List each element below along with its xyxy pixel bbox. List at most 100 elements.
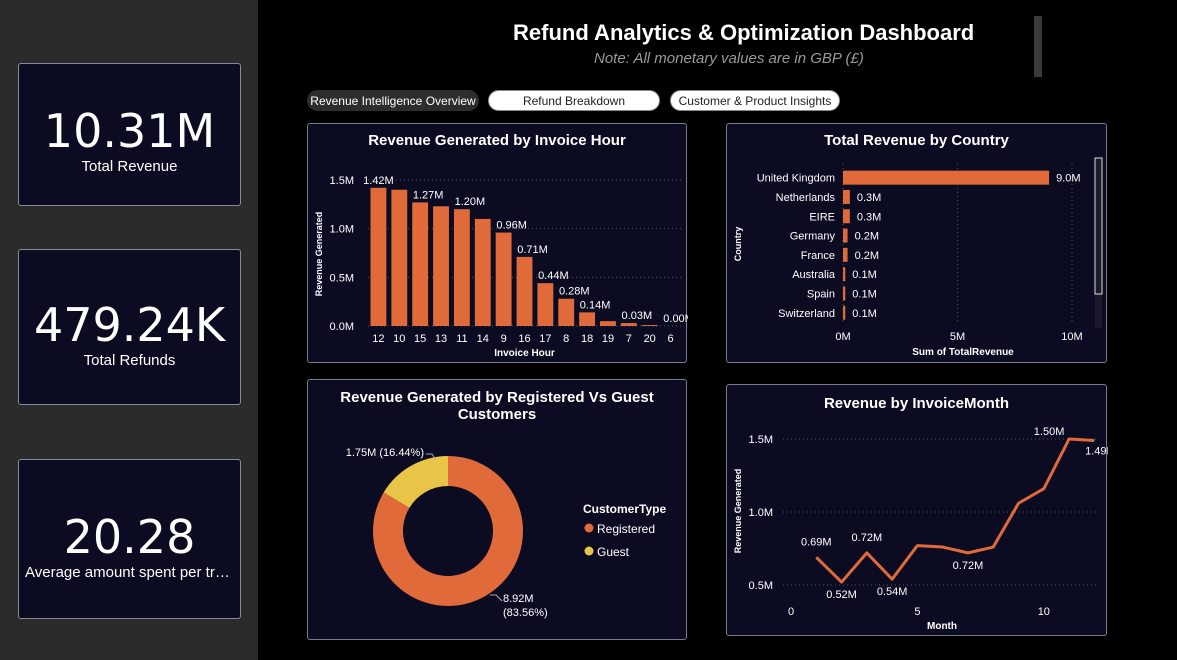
- y-tick-label: 1.0M: [749, 507, 773, 519]
- data-label: 0.3M: [857, 211, 881, 223]
- data-label: 0.3M: [857, 192, 881, 204]
- bar: [843, 170, 1050, 185]
- data-label: 0.72M: [852, 532, 883, 544]
- kpi-value: 10.31M: [43, 104, 216, 158]
- y-tick-label: 1.5M: [330, 175, 354, 187]
- bar: [843, 247, 848, 262]
- data-label: 0.54M: [877, 586, 908, 598]
- y-tick-label: 1.0M: [330, 224, 354, 236]
- data-label: 0.1M: [852, 288, 876, 300]
- panel-revenue-by-country: Total Revenue by Country 0M 5M 10M United K…: [726, 123, 1107, 363]
- x-tick-label: 5M: [950, 331, 965, 343]
- y-tick-label: 0.5M: [749, 580, 773, 592]
- kpi-value: 20.28: [63, 510, 196, 564]
- leader-line: [490, 594, 503, 602]
- month-line-chart: 0.5M 1.0M 1.5M 0 5 10 0.69M 0.52M 0.72M 0.54M 0.72…: [733, 426, 1108, 632]
- bar: [843, 189, 850, 204]
- slice-label: 1.75M (16.44%): [346, 447, 424, 459]
- category-label: France: [801, 250, 835, 262]
- bar: [843, 209, 850, 224]
- panel-registered-vs-guest: Revenue Generated by Registered Vs Guest…: [307, 379, 687, 640]
- y-axis-label: Revenue Generated: [314, 212, 324, 297]
- bar: [558, 298, 575, 326]
- y-axis-label: Country: [733, 227, 743, 262]
- x-tick-label: 11: [456, 333, 467, 345]
- bar: [843, 305, 846, 320]
- slice-label: 8.92M: [503, 593, 534, 605]
- legend-label: Guest: [597, 545, 630, 559]
- data-label: 0.71M: [517, 244, 548, 256]
- y-tick-label: 0.0M: [330, 321, 354, 333]
- x-axis-label: Invoice Hour: [494, 348, 555, 359]
- category-label: Netherlands: [776, 192, 836, 204]
- x-tick-label: 12: [372, 333, 384, 345]
- data-label: 0.52M: [826, 589, 857, 601]
- scrollbar-track: [1095, 158, 1102, 328]
- x-tick-label: 0M: [835, 331, 850, 343]
- data-label: 0.69M: [801, 536, 832, 548]
- panel-revenue-by-hour: Revenue Generated by Invoice Hour 0.0M 0.…: [307, 123, 688, 363]
- bar: [370, 187, 387, 326]
- y-tick-label: 1.5M: [749, 434, 773, 446]
- data-label: 1.49M: [1085, 445, 1108, 457]
- category-label: Australia: [792, 269, 836, 281]
- bar: [453, 209, 470, 326]
- tab-refund-breakdown[interactable]: Refund Breakdown: [488, 90, 660, 111]
- x-tick-label: 18: [581, 333, 593, 345]
- x-tick-label: 19: [602, 333, 614, 345]
- panel-revenue-by-month: Revenue by InvoiceMonth 0.5M 1.0M 1.5M 0 5 10…: [726, 384, 1108, 636]
- kpi-card-total-refunds: 479.24K Total Refunds: [18, 249, 241, 405]
- kpi-value: 479.24K: [33, 298, 226, 352]
- x-tick-label: 15: [414, 333, 426, 345]
- data-label: 1.50M: [1034, 426, 1065, 438]
- y-tick-label: 0.5M: [330, 272, 354, 284]
- customer-donut-chart: 8.92M (83.56%) 1.75M (16.44%) CustomerType R…: [346, 447, 667, 619]
- bar: [843, 267, 846, 282]
- category-label: EIRE: [809, 211, 835, 223]
- header-divider: [1034, 16, 1042, 77]
- data-label: 0.1M: [852, 308, 876, 320]
- kpi-label: Total Refunds: [83, 352, 176, 369]
- x-tick-label: 17: [539, 333, 551, 345]
- legend-title: CustomerType: [583, 502, 666, 516]
- legend-label: Registered: [597, 522, 655, 536]
- legend-marker: [584, 523, 594, 533]
- bar: [433, 206, 449, 326]
- x-tick-label: 0: [788, 606, 794, 618]
- data-label: 0.28M: [559, 286, 590, 298]
- x-tick-label: 10M: [1061, 331, 1082, 343]
- data-label: 0.00M: [663, 313, 688, 325]
- x-axis-label: Month: [927, 621, 957, 632]
- tab-customer-product-insights[interactable]: Customer & Product Insights: [670, 90, 840, 111]
- bar: [474, 218, 491, 326]
- country-bar-chart: 0M 5M 10M United Kingdom 9.0M Netherlands 0.3M…: [733, 157, 1103, 358]
- legend-marker: [584, 546, 594, 556]
- x-tick-label: 10: [393, 333, 405, 345]
- kpi-label: Total Revenue: [81, 158, 178, 175]
- data-label: 0.03M: [622, 310, 653, 322]
- category-label: Switzerland: [778, 308, 835, 320]
- page-title: Refund Analytics & Optimization Dashboar…: [513, 20, 975, 45]
- x-tick-label: 13: [435, 333, 447, 345]
- x-axis-label: Sum of TotalRevenue: [912, 347, 1014, 358]
- x-tick-label: 16: [518, 333, 530, 345]
- page-subtitle: Note: All monetary values are in GBP (£): [594, 50, 864, 67]
- category-label: Germany: [790, 231, 836, 243]
- kpi-card-average-spend: 20.28 Average amount spent per tra...: [18, 459, 241, 619]
- data-label: 1.42M: [363, 175, 394, 187]
- category-label: United Kingdom: [757, 173, 835, 185]
- x-tick-label: 10: [1038, 606, 1050, 618]
- kpi-sidebar: 10.31M Total Revenue 479.24K Total Refun…: [0, 0, 258, 660]
- x-tick-label: 8: [563, 333, 569, 345]
- slice-label: (83.56%): [503, 607, 548, 619]
- y-axis-label: Revenue Generated: [733, 469, 743, 554]
- bar: [391, 189, 408, 326]
- bar: [843, 228, 848, 243]
- tab-revenue-intelligence-overview[interactable]: Revenue Intelligence Overview: [307, 90, 479, 111]
- data-label: 0.2M: [855, 231, 879, 243]
- bar: [600, 321, 616, 326]
- hour-bar-chart: 0.0M 0.5M 1.0M 1.5M 12 1.42M 10 15 1.27M 13 11 1.20…: [314, 175, 688, 359]
- x-tick-label: 5: [914, 606, 920, 618]
- data-label: 0.44M: [538, 270, 569, 282]
- kpi-label: Average amount spent per tra...: [25, 564, 236, 581]
